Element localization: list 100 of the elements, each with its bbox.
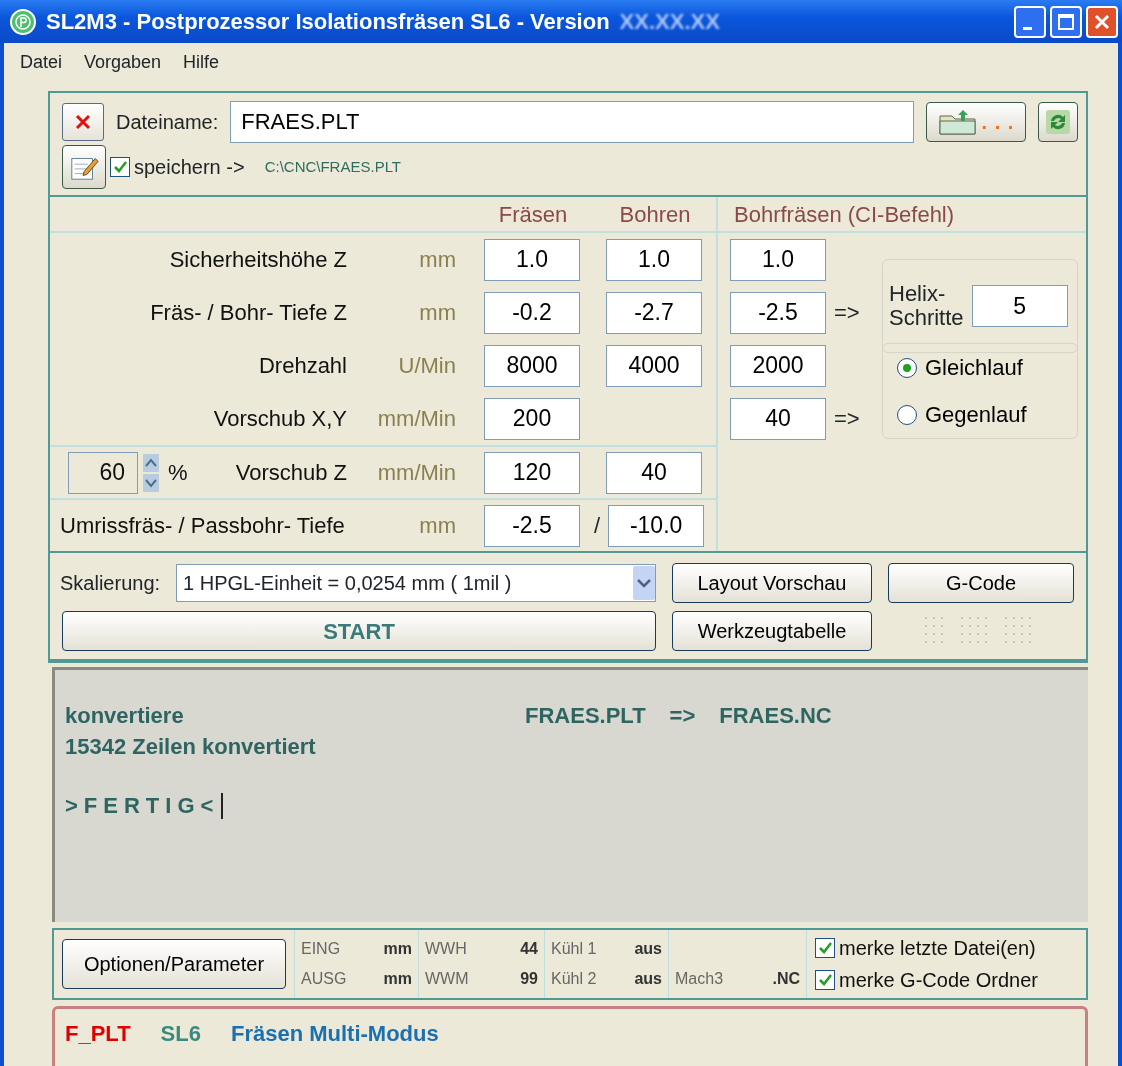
preview-button[interactable]: Layout Vorschau [672,563,872,603]
value-field[interactable]: 40 [606,451,702,494]
info-value: mm [383,939,412,959]
column-header: Fräsen [498,200,568,229]
value-field[interactable]: 8000 [484,344,580,387]
param-label: Umrissfräs- / Passbohr- Tiefe [60,512,345,540]
close-icon [1094,13,1110,30]
checkbox[interactable] [815,938,835,958]
spin-arrows-icon [142,452,160,493]
helix-steps-field[interactable]: 5 [971,285,1068,327]
start-button[interactable]: START [62,611,656,651]
save-path: C:\CNC\FRAES.PLT [264,156,402,177]
separator-text: / [594,512,601,540]
info-value: aus [634,969,662,989]
console-text: => [669,702,696,730]
scaling-label: Skalierung: [60,571,161,596]
column-header: Bohren [619,200,691,229]
options-button[interactable]: Optionen/Parameter [62,939,286,989]
save-checkbox[interactable] [110,157,130,177]
info-value: .NC [772,969,800,989]
value-field[interactable]: 120 [484,451,580,494]
edit-button[interactable] [62,145,106,189]
minimize-icon [1023,26,1032,30]
checkbox-label: merke letzte Datei(en) [839,936,1036,961]
unit-label: U/Min [398,352,456,380]
param-label: Vorschub Z [235,459,347,487]
param-label: Vorschub X,Y [213,405,347,433]
info-value: mm [383,969,412,989]
unit-label: mm [419,512,456,540]
menu-item[interactable]: Datei [20,48,63,76]
maximize-icon [1057,12,1075,31]
version-text: XX.XX.XX [619,8,720,36]
info-value: 44 [520,939,538,959]
checkbox[interactable] [815,970,835,990]
info-label: EING [301,939,341,959]
minimize-button[interactable] [1014,5,1046,38]
console-text: FRAES.NC [719,702,832,730]
percent-sign: % [168,459,188,487]
status-text: SL6 [160,1020,201,1048]
maximize-button[interactable] [1050,5,1082,38]
value-field[interactable]: -2.5 [484,504,580,547]
info-value: aus [634,939,662,959]
console-text: konvertiere [65,702,185,730]
value-field[interactable]: 4000 [606,344,702,387]
app-logo-icon [10,8,36,35]
status-text: Fräsen Multi-Modus [230,1020,439,1048]
info-label: Kühl 1 [551,939,597,959]
window-title: SL2M3 - Postprozessor Isolationsfräsen SL6 - Version [46,8,610,36]
text-cursor [221,792,224,819]
value-field[interactable]: 200 [484,397,580,440]
checkbox-label: merke G-Code Ordner [839,968,1038,993]
menu-item[interactable]: Vorgaben [84,48,162,76]
radio-option[interactable]: Gegenlauf [897,398,1027,431]
value-field[interactable]: 2000 [730,344,826,387]
checkmark-icon [818,941,832,955]
param-label: Sicherheitshöhe Z [169,246,347,274]
status-text: F_PLT [65,1020,131,1048]
close-button[interactable] [1086,5,1118,38]
console-text: >FERTIG< [65,792,220,820]
value-field[interactable]: 1.0 [606,238,702,281]
value-field[interactable]: 1.0 [730,238,826,281]
info-label: Kühl 2 [551,969,597,989]
g-code-button[interactable]: G-Code [888,563,1074,603]
info-label: WWH [425,939,467,959]
scaling-dropdown[interactable]: 1 HPGL-Einheit = 0,0254 mm ( 1mil ) [176,564,656,602]
column-header: Bohrfräsen (CI-Befehl) [734,200,955,229]
info-label: WWM [425,969,469,989]
save-label: speichern -> [134,155,245,180]
helix-label: Helix- Schritte [889,281,964,331]
close-icon [75,114,91,130]
arrow-text: => [834,405,860,433]
scaling-value: 1 HPGL-Einheit = 0,0254 mm ( 1mil ) [183,571,512,596]
value-field[interactable]: -2.5 [730,291,826,334]
unit-label: mm [419,299,456,327]
clear-button[interactable] [62,103,104,141]
value-field[interactable]: -10.0 [608,504,705,547]
folder-icon [937,108,978,136]
refresh-button[interactable] [1038,102,1078,142]
unit-label: mm/Min [377,405,456,433]
param-label: Fräs- / Bohr- Tiefe Z [150,299,347,327]
tool-table-button[interactable]: Werkzeugtabelle [672,611,872,651]
info-label: Mach3 [675,969,724,989]
value-field[interactable]: -2.7 [606,291,702,334]
value-field[interactable]: 1.0 [484,238,580,281]
value-field[interactable]: -0.2 [484,291,580,334]
param-label: Drehzahl [258,352,347,380]
radio-option[interactable]: Gleichlauf [897,351,1023,384]
refresh-icon [1045,109,1071,135]
info-label: AUSG [301,969,347,989]
percent-spinner[interactable]: 60 [68,451,138,494]
menu-item[interactable]: Hilfe [183,48,220,76]
checkmark-icon [818,973,832,987]
info-value: 99 [520,969,538,989]
radio-dot-icon [902,362,912,373]
console-text: FRAES.PLT [525,702,646,730]
file-label: Dateiname: [116,110,219,135]
console-text: 15342 Zeilen konvertiert [65,734,316,759]
unit-label: mm/Min [377,459,456,487]
file-name-field[interactable]: FRAES.PLT [230,101,914,143]
value-field[interactable]: 40 [730,397,826,440]
